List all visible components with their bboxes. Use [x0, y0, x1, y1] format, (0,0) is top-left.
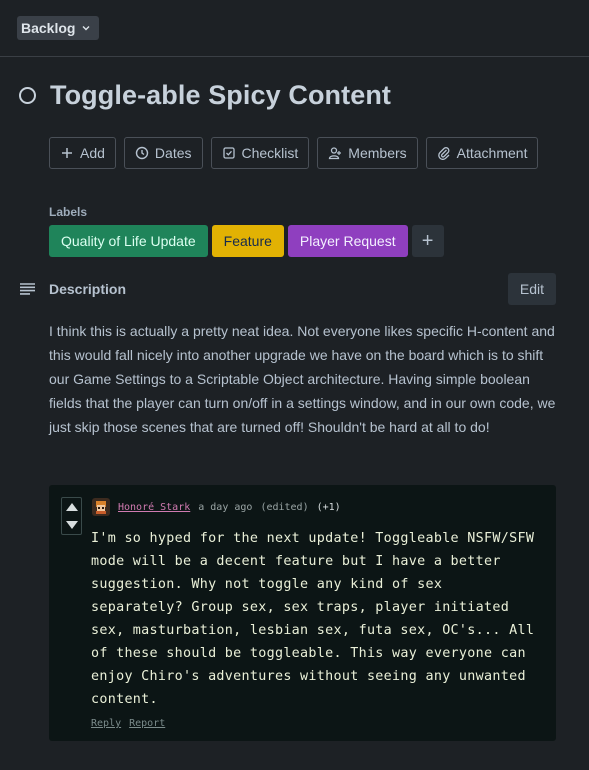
labels-heading: Labels	[49, 205, 88, 219]
label-quality-of-life[interactable]: Quality of Life Update	[49, 225, 208, 257]
checkbox-icon	[222, 147, 235, 159]
members-button-label: Members	[348, 145, 407, 161]
card-title[interactable]: Toggle-able Spicy Content	[50, 80, 391, 111]
card-title-row: Toggle-able Spicy Content	[19, 80, 391, 111]
list-name: Backlog	[21, 20, 76, 36]
reply-link[interactable]: Reply	[91, 718, 121, 729]
paperclip-icon	[437, 147, 450, 160]
checklist-button-label: Checklist	[241, 145, 299, 161]
plus-icon	[62, 148, 72, 158]
dates-button-label: Dates	[154, 145, 192, 161]
attachment-button-label: Attachment	[456, 145, 528, 161]
clock-icon	[135, 146, 149, 160]
comment-links: Reply Report	[91, 718, 165, 729]
chevron-down-icon	[82, 26, 90, 31]
downvote-icon[interactable]	[65, 521, 78, 529]
comment-time: a day ago	[198, 501, 253, 513]
upvote-icon[interactable]	[65, 503, 78, 511]
list-selector[interactable]: Backlog	[17, 16, 100, 40]
label-player-request[interactable]: Player Request	[287, 225, 408, 257]
description-heading: Description	[49, 281, 127, 297]
complete-toggle-icon[interactable]	[19, 87, 36, 104]
add-button[interactable]: Add	[49, 137, 116, 169]
pixel-avatar-icon	[96, 501, 106, 514]
report-link[interactable]: Report	[129, 718, 165, 729]
avatar[interactable]	[92, 498, 110, 516]
description-header: Description Edit	[20, 273, 556, 305]
labels-row: Quality of Life Update Feature Player Re…	[49, 225, 444, 257]
comment-edited: (edited)	[260, 501, 309, 513]
card-actions: Add Dates Checklist Members Attachment	[49, 137, 539, 169]
comment-score: (+1)	[316, 501, 341, 513]
edit-description-button[interactable]: Edit	[507, 273, 556, 305]
description-icon	[20, 283, 35, 295]
add-button-label: Add	[80, 145, 105, 161]
members-button[interactable]: Members	[317, 137, 418, 169]
embedded-comment: Honoré Stark a day ago (edited) (+1) I'm…	[49, 485, 556, 741]
add-label-button[interactable]: +	[411, 225, 444, 257]
description-text[interactable]: I think this is actually a pretty neat i…	[49, 319, 559, 439]
label-feature[interactable]: Feature	[211, 225, 284, 257]
top-bar: Backlog	[0, 0, 589, 57]
attachment-button[interactable]: Attachment	[425, 137, 539, 169]
comment-meta: Honoré Stark a day ago (edited) (+1)	[92, 498, 341, 516]
vote-controls	[61, 497, 82, 535]
dates-button[interactable]: Dates	[123, 137, 203, 169]
comment-text: I'm so hyped for the next update! Toggle…	[91, 531, 535, 707]
comment-username[interactable]: Honoré Stark	[118, 502, 190, 513]
person-icon	[329, 147, 342, 160]
checklist-button[interactable]: Checklist	[210, 137, 310, 169]
